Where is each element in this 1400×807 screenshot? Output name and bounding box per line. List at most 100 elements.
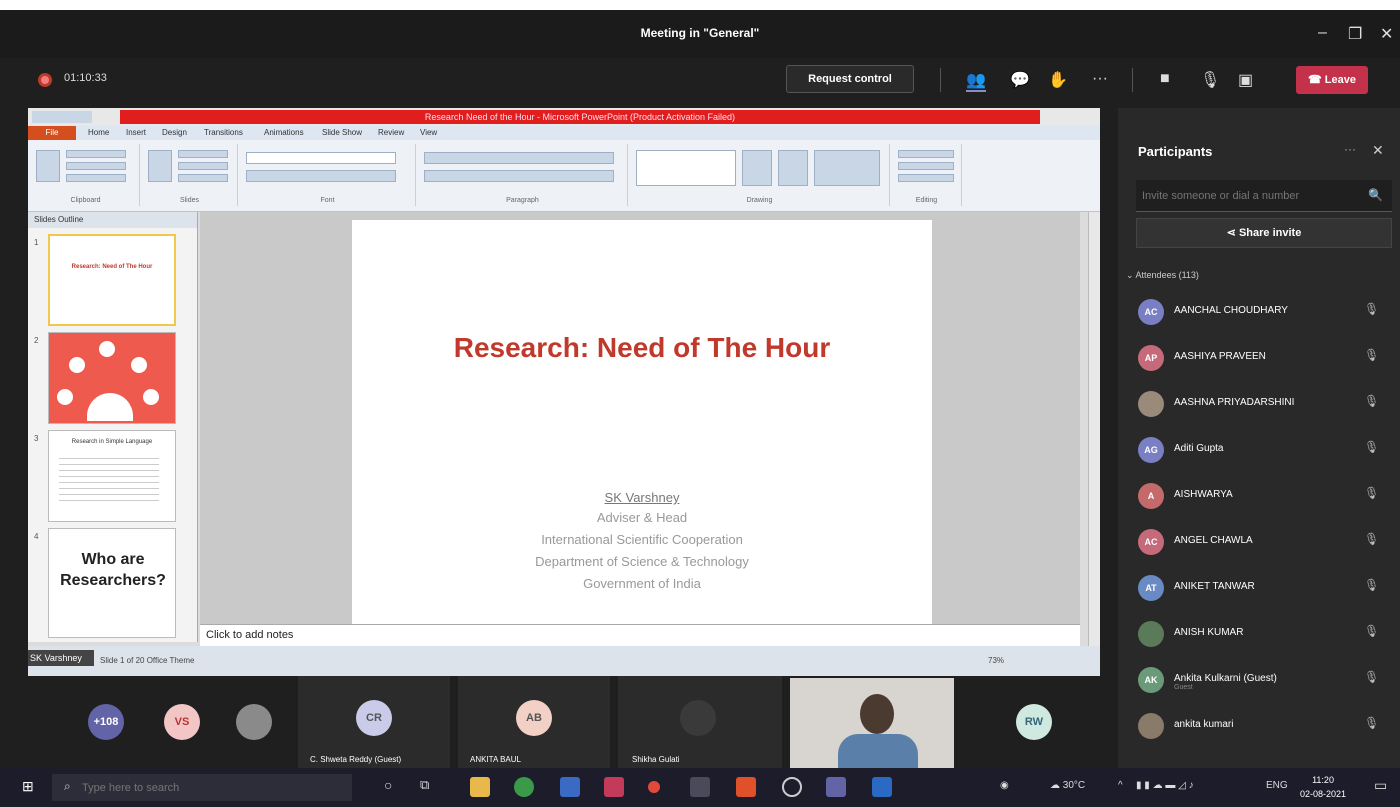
participant-avatar[interactable]: VS [164, 704, 200, 740]
notes-pane[interactable]: Click to add notes [200, 624, 1080, 646]
participant-row[interactable]: AT ANIKET TANWAR 🎙 [1134, 568, 1390, 608]
participant-row[interactable]: AG Aditi Gupta 🎙 [1134, 430, 1390, 470]
slide-thumbnail[interactable]: Who are Researchers? [48, 528, 176, 638]
format-painter-icon[interactable] [66, 174, 126, 182]
attendees-header[interactable]: ⌄ Attendees (113) [1126, 270, 1199, 281]
arrange-icon[interactable] [742, 150, 772, 186]
edge-icon[interactable]: ◉ [1000, 780, 1009, 791]
task-view-icon[interactable]: ⧉ [420, 777, 429, 793]
participant-row[interactable]: AP AASHIYA PRAVEEN 🎙 [1134, 338, 1390, 378]
slide-thumbnail[interactable] [48, 332, 176, 424]
weather-icon[interactable]: ☁ 30°C [1050, 780, 1085, 791]
font-selector[interactable] [246, 152, 396, 164]
participant-row[interactable]: ANISH KUMAR 🎙 [1134, 614, 1390, 654]
zoom-level[interactable]: 73% [988, 656, 1004, 665]
font-format-icons[interactable] [246, 170, 396, 182]
panel-close-icon[interactable]: ✕ [1372, 142, 1384, 159]
replace-icon[interactable] [898, 162, 954, 170]
participant-tile[interactable]: Shikha Gulati [618, 676, 782, 768]
ppt-tab-insert[interactable]: Insert [126, 128, 146, 137]
participant-row[interactable]: AC AANCHAL CHOUDHARY 🎙 [1134, 292, 1390, 332]
quick-access-toolbar[interactable] [32, 111, 92, 123]
mic-off-icon[interactable]: 🎙 [1364, 716, 1379, 730]
slide-scrollbar[interactable] [1088, 212, 1100, 646]
participant-row[interactable]: AK Ankita Kulkarni (Guest) Guest 🎙 [1134, 660, 1390, 700]
slides-outline-tabs[interactable]: Slides Outline [28, 212, 197, 228]
camera-off-icon[interactable]: ■ [1160, 70, 1170, 88]
invite-input[interactable] [1136, 180, 1392, 212]
mail-icon[interactable] [560, 777, 580, 797]
participant-tile[interactable]: CR C. Shweta Reddy (Guest) [298, 676, 450, 768]
cortana-icon[interactable]: ○ [384, 777, 392, 793]
mic-off-icon[interactable]: 🎙 [1364, 670, 1379, 684]
mic-off-icon[interactable]: 🎙 [1364, 486, 1379, 500]
chat-icon[interactable]: 💬 [1010, 70, 1030, 90]
ppt-tab-slideshow[interactable]: Slide Show [322, 128, 362, 137]
office-icon[interactable] [736, 777, 756, 797]
ppt-tab-design[interactable]: Design [162, 128, 187, 137]
tray-icons[interactable]: ▮ ▮ ☁ ▬ ◿ ♪ [1136, 780, 1194, 791]
chrome-icon[interactable] [514, 777, 534, 797]
find-icon[interactable] [898, 150, 954, 158]
section-icon[interactable] [178, 174, 228, 182]
language-indicator[interactable]: ENG [1266, 780, 1288, 791]
slide-thumbnail[interactable]: Research in Simple Language [48, 430, 176, 522]
align-icons[interactable] [424, 170, 614, 182]
copy-icon[interactable] [66, 162, 126, 170]
app-icon[interactable] [782, 777, 802, 797]
share-invite-button[interactable]: ⋖ Share invite [1136, 218, 1392, 248]
mic-off-icon[interactable]: 🎙 [1364, 394, 1379, 408]
search-icon[interactable]: 🔍 [1368, 188, 1383, 202]
list-icons[interactable] [424, 152, 614, 164]
app-icon[interactable] [648, 781, 660, 793]
participant-avatar[interactable]: RW [1016, 704, 1052, 740]
slide-thumbnail[interactable]: Research: Need of The Hour [48, 234, 176, 326]
ppt-tab-transitions[interactable]: Transitions [204, 128, 243, 137]
cut-icon[interactable] [66, 150, 126, 158]
select-icon[interactable] [898, 174, 954, 182]
mic-off-icon[interactable]: 🎙 [1364, 348, 1379, 362]
quick-styles-icon[interactable] [778, 150, 808, 186]
ppt-tab-view[interactable]: View [420, 128, 437, 137]
participant-row[interactable]: AASHNA PRIYADARSHINI 🎙 [1134, 384, 1390, 424]
file-explorer-icon[interactable] [470, 777, 490, 797]
reactions-icon[interactable]: ✋ [1048, 70, 1068, 90]
share-screen-icon[interactable]: ▣ [1238, 70, 1253, 90]
taskbar-search-input[interactable] [52, 774, 352, 801]
mic-off-icon[interactable]: 🎙 [1364, 578, 1379, 592]
clock[interactable]: 11:20 02-08-2021 [1300, 773, 1346, 801]
app-icon[interactable] [604, 777, 624, 797]
participant-row[interactable]: AC ANGEL CHAWLA 🎙 [1134, 522, 1390, 562]
current-slide[interactable]: Research: Need of The Hour SK Varshney A… [352, 220, 932, 634]
participant-row[interactable]: A AISHWARYA 🎙 [1134, 476, 1390, 516]
ppt-file-tab[interactable]: File [28, 126, 76, 140]
shape-format-icons[interactable] [814, 150, 880, 186]
windows-start-icon[interactable]: ⊞ [22, 778, 34, 795]
ppt-tab-review[interactable]: Review [378, 128, 404, 137]
new-slide-icon[interactable] [148, 150, 172, 182]
leave-button[interactable]: ☎ Leave [1296, 66, 1368, 94]
restore-icon[interactable]: ❐ [1348, 24, 1362, 44]
presenter-video[interactable] [790, 678, 954, 768]
more-actions-icon[interactable]: ··· [1092, 70, 1108, 88]
participants-icon[interactable]: 👥 [966, 70, 986, 92]
minimize-icon[interactable]: – [1318, 24, 1327, 42]
mic-off-icon[interactable]: 🎙 [1364, 532, 1379, 546]
participant-tile[interactable]: AB ANKITA BAUL [458, 676, 610, 768]
notifications-icon[interactable]: ▭ [1374, 777, 1387, 794]
request-control-button[interactable]: Request control [786, 65, 914, 93]
layout-icon[interactable] [178, 150, 228, 158]
ppt-tab-animations[interactable]: Animations [264, 128, 304, 137]
mic-off-icon[interactable]: 🎙 [1200, 70, 1220, 90]
ppt-tab-home[interactable]: Home [88, 128, 109, 137]
app-icon[interactable] [690, 777, 710, 797]
word-icon[interactable] [872, 777, 892, 797]
shapes-gallery[interactable] [636, 150, 736, 186]
mic-off-icon[interactable]: 🎙 [1364, 624, 1379, 638]
participant-avatar[interactable] [236, 704, 272, 740]
reset-icon[interactable] [178, 162, 228, 170]
mic-off-icon[interactable]: 🎙 [1364, 302, 1379, 316]
overflow-count[interactable]: +108 [88, 704, 124, 740]
tray-chevron-icon[interactable]: ^ [1118, 780, 1123, 791]
participant-row[interactable]: ankita kumari 🎙 [1134, 706, 1390, 746]
